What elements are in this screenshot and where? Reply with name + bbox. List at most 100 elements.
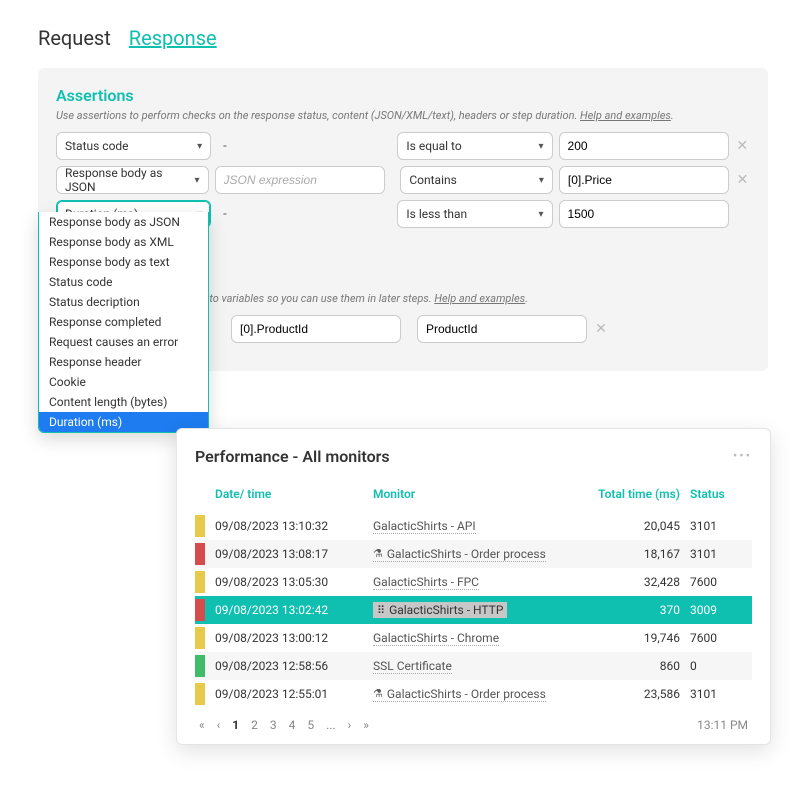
dropdown-option[interactable]: Response body as JSON — [39, 212, 208, 232]
dropdown-option[interactable]: Response body as XML — [39, 232, 208, 252]
assertion-row: Status code ▾ - Is equal to ▾ ✕ — [56, 132, 750, 160]
variable-expression-input[interactable] — [231, 315, 401, 343]
assertion-value-input[interactable] — [559, 166, 729, 194]
monitor-name: GalacticShirts - FPC — [373, 575, 479, 589]
delete-assertion-button[interactable]: ✕ — [735, 172, 750, 188]
status-color-bar — [195, 627, 205, 649]
status-color-bar — [195, 515, 205, 537]
table-row[interactable]: 09/08/2023 13:08:17⚗GalacticShirts - Ord… — [195, 540, 752, 568]
status-color-bar — [195, 655, 205, 677]
assertion-value-input[interactable] — [559, 200, 729, 228]
assertions-title: Assertions — [56, 86, 750, 105]
table-row[interactable]: 09/08/2023 13:00:12 GalacticShirts - Chro… — [195, 624, 752, 652]
status-color-bar — [195, 571, 205, 593]
dropdown-option[interactable]: Response body as text — [39, 252, 208, 272]
pager-next-button[interactable]: › — [348, 718, 352, 732]
table-row[interactable]: 09/08/2023 13:02:42 ⠿GalacticShirts - HTT… — [195, 596, 752, 624]
variable-expression-field[interactable] — [240, 322, 392, 336]
monitor-link[interactable]: GalacticShirts - FPC — [373, 575, 479, 590]
performance-card: Performance - All monitors ••• Date/ tim… — [176, 428, 771, 745]
pager-last-button[interactable]: » — [363, 718, 369, 732]
monitor-link[interactable]: ⚗GalacticShirts - Order process — [373, 687, 546, 702]
table-row[interactable]: 09/08/2023 13:10:32GalacticShirts - API2… — [195, 512, 752, 540]
assertions-help-link[interactable]: Help and examples — [580, 109, 671, 122]
monitor-link[interactable]: ⠿GalacticShirts - HTTP — [373, 602, 507, 618]
pager-page[interactable]: 1 — [232, 718, 239, 732]
assertion-property-static: - — [217, 139, 372, 154]
delete-assertion-button[interactable]: ✕ — [735, 138, 750, 154]
pager-prev-button[interactable]: ‹ — [217, 718, 221, 732]
monitor-link[interactable]: GalacticShirts - API — [373, 519, 476, 534]
tab-bar: Request Response — [38, 26, 217, 50]
table-row[interactable]: 09/08/2023 12:55:01⚗GalacticShirts - Ord… — [195, 680, 752, 708]
chevron-down-icon: ▾ — [197, 141, 202, 152]
th-monitor: Monitor — [373, 487, 558, 501]
cell-status: 3101 — [690, 519, 750, 533]
tab-response[interactable]: Response — [129, 26, 217, 50]
dropdown-option[interactable]: Response header — [39, 352, 208, 372]
variables-help-link[interactable]: Help and examples — [434, 292, 525, 305]
cell-datetime: 09/08/2023 13:00:12 — [215, 631, 363, 645]
pager-time: 13:11 PM — [697, 718, 748, 732]
th-status: Status — [690, 487, 750, 501]
dropdown-option[interactable]: Status decription — [39, 292, 208, 312]
tab-request[interactable]: Request — [38, 26, 111, 50]
assertion-operator-select[interactable]: Is equal to ▾ — [397, 132, 552, 160]
select-label: Status code — [65, 139, 129, 153]
status-color-bar — [195, 599, 205, 621]
dropdown-option[interactable]: Status code — [39, 272, 208, 292]
select-label: Is less than — [406, 207, 467, 221]
monitor-link[interactable]: GalacticShirts - Chrome — [373, 631, 499, 646]
variable-name-field[interactable] — [426, 322, 578, 336]
status-color-bar — [195, 543, 205, 565]
assertion-value-field[interactable] — [568, 139, 720, 153]
monitor-name: GalacticShirts - Order process — [387, 547, 546, 561]
assertion-value-field[interactable] — [568, 207, 720, 221]
table-header: Date/ time Monitor Total time (ms) Statu… — [195, 480, 752, 508]
cell-status: 3101 — [690, 547, 750, 561]
monitor-name: GalacticShirts - HTTP — [389, 603, 503, 617]
dropdown-option[interactable]: Cookie — [39, 372, 208, 392]
th-datetime: Date/ time — [215, 487, 363, 501]
table-row[interactable]: 09/08/2023 12:58:56SSL Certificate8600 — [195, 652, 752, 680]
pager-page[interactable]: 3 — [270, 718, 277, 732]
card-menu-button[interactable]: ••• — [733, 449, 752, 464]
cell-datetime: 09/08/2023 13:10:32 — [215, 519, 363, 533]
assertion-property-input[interactable] — [215, 166, 385, 194]
pager-page[interactable]: 5 — [307, 718, 314, 732]
cell-datetime: 09/08/2023 13:05:30 — [215, 575, 363, 589]
cell-totaltime: 32,428 — [568, 575, 680, 589]
pager-page[interactable]: 2 — [251, 718, 258, 732]
assertion-operator-select[interactable]: Contains ▾ — [400, 166, 553, 194]
assertion-value-input[interactable] — [559, 132, 729, 160]
chevron-down-icon: ▾ — [539, 141, 544, 152]
cell-datetime: 09/08/2023 13:02:42 — [215, 603, 363, 617]
delete-variable-button[interactable]: ✕ — [593, 321, 609, 337]
assertion-source-select[interactable]: Response body as JSON ▾ — [56, 166, 209, 194]
monitor-name: SSL Certificate — [373, 659, 452, 673]
assertion-source-select[interactable]: Status code ▾ — [56, 132, 211, 160]
pager-first-button[interactable]: « — [199, 718, 205, 732]
dropdown-option[interactable]: Content length (bytes) — [39, 392, 208, 412]
json-expression-field[interactable] — [224, 173, 376, 187]
cell-status: 3101 — [690, 687, 750, 701]
dropdown-option[interactable]: Response completed — [39, 312, 208, 332]
variable-name-input[interactable] — [417, 315, 587, 343]
monitor-link[interactable]: ⚗GalacticShirts - Order process — [373, 547, 546, 562]
select-label: Is equal to — [406, 139, 461, 153]
pager-page[interactable]: 4 — [289, 718, 296, 732]
chevron-down-icon: ▾ — [539, 209, 544, 220]
monitor-link[interactable]: SSL Certificate — [373, 659, 452, 674]
assertion-property-static: - — [217, 207, 372, 222]
table-row[interactable]: 09/08/2023 13:05:30 GalacticShirts - FPC 3… — [195, 568, 752, 596]
assertion-source-dropdown[interactable]: Response body as JSON Response body as X… — [38, 212, 209, 433]
dropdown-option[interactable]: Request causes an error — [39, 332, 208, 352]
cell-totaltime: 19,746 — [568, 631, 680, 645]
monitor-name: GalacticShirts - API — [373, 519, 476, 533]
cell-totaltime: 23,586 — [568, 687, 680, 701]
assertion-value-field[interactable] — [568, 173, 720, 187]
cell-status: 3009 — [690, 603, 750, 617]
cell-totaltime: 18,167 — [568, 547, 680, 561]
assertion-operator-select[interactable]: Is less than ▾ — [397, 200, 552, 228]
cell-totaltime: 370 — [568, 603, 680, 617]
